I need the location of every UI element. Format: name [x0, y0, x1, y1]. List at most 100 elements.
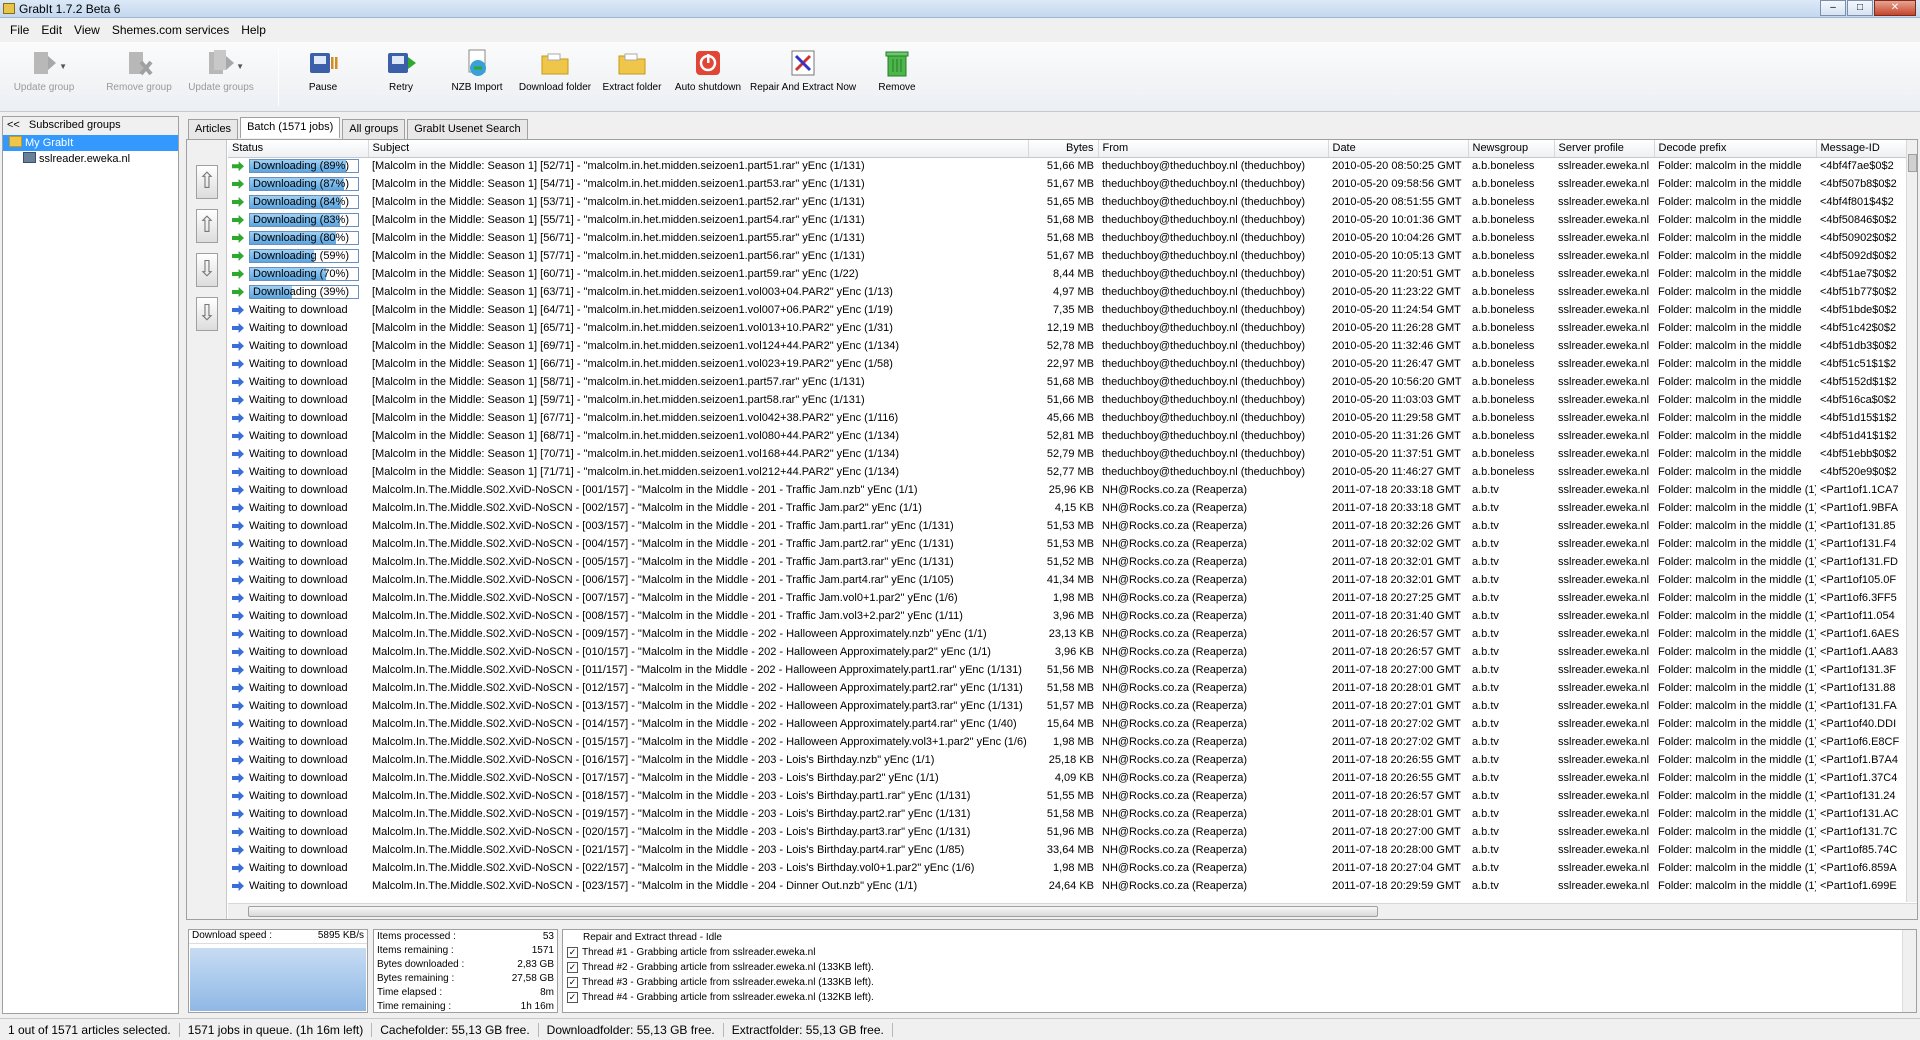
update-group-button[interactable]: ▼ Update group	[12, 48, 76, 106]
cell-status: Waiting to download	[228, 823, 368, 841]
tab-articles[interactable]: Articles	[188, 119, 239, 139]
table-row[interactable]: Waiting to download [Malcolm in the Middl…	[228, 445, 1908, 463]
move-down-button[interactable]: ⇩	[196, 253, 218, 287]
table-row[interactable]: Waiting to download Malcolm.In.The.Middle…	[228, 751, 1908, 769]
table-row[interactable]: Waiting to download Malcolm.In.The.Middle…	[228, 607, 1908, 625]
table-row[interactable]: Waiting to download Malcolm.In.The.Middle…	[228, 481, 1908, 499]
tree-node-my-grabit[interactable]: My GrabIt	[3, 135, 178, 151]
close-button[interactable]: ✕	[1874, 0, 1916, 16]
table-row[interactable]: Waiting to download [Malcolm in the Middl…	[228, 301, 1908, 319]
table-row[interactable]: Waiting to download Malcolm.In.The.Middle…	[228, 697, 1908, 715]
tab-all-groups[interactable]: All groups	[342, 119, 406, 139]
cell-bytes: 41,34 MB	[1046, 574, 1094, 586]
menu-edit[interactable]: Edit	[35, 23, 68, 37]
vertical-scrollbar[interactable]	[1906, 140, 1917, 902]
col-message-id[interactable]: Message-ID	[1816, 140, 1908, 158]
auto-shutdown-button[interactable]: Auto shutdown	[673, 48, 743, 106]
table-row[interactable]: Waiting to download Malcolm.In.The.Middle…	[228, 679, 1908, 697]
tree-node-server[interactable]: sslreader.eweka.nl	[3, 151, 178, 167]
table-row[interactable]: Waiting to download [Malcolm in the Middl…	[228, 409, 1908, 427]
tab-usenet-search[interactable]: GrabIt Usenet Search	[407, 119, 528, 139]
horizontal-scrollbar[interactable]	[228, 903, 1917, 919]
table-row[interactable]: Waiting to download Malcolm.In.The.Middle…	[228, 715, 1908, 733]
stat-value: 2,83 GB	[517, 959, 554, 970]
table-row[interactable]: Downloading (70%) [Malcolm in the Middle:…	[228, 265, 1908, 283]
scroll-thumb[interactable]	[1908, 154, 1917, 172]
vertical-scrollbar[interactable]	[1902, 930, 1916, 1012]
col-date[interactable]: Date	[1328, 140, 1469, 158]
table-row[interactable]: Waiting to download Malcolm.In.The.Middle…	[228, 661, 1908, 679]
move-to-top-button[interactable]: ⇧	[196, 165, 218, 199]
table-row[interactable]: Downloading (87%) [Malcolm in the Middle:…	[228, 175, 1908, 193]
thread-checkbox[interactable]: ✓	[567, 962, 578, 973]
col-subject[interactable]: Subject	[368, 140, 1029, 158]
col-newsgroup[interactable]: Newsgroup	[1468, 140, 1555, 158]
table-row[interactable]: Waiting to download Malcolm.In.The.Middle…	[228, 733, 1908, 751]
table-row[interactable]: Waiting to download [Malcolm in the Middl…	[228, 373, 1908, 391]
retry-button[interactable]: Retry	[373, 48, 429, 106]
table-row[interactable]: Waiting to download Malcolm.In.The.Middle…	[228, 859, 1908, 877]
table-row[interactable]: Downloading (89%) [Malcolm in the Middle:…	[228, 157, 1908, 175]
menu-help[interactable]: Help	[235, 23, 272, 37]
table-row[interactable]: Waiting to download Malcolm.In.The.Middle…	[228, 877, 1908, 895]
repair-extract-button[interactable]: Repair And Extract Now	[750, 48, 856, 106]
menu-shemes[interactable]: Shemes.com services	[106, 23, 235, 37]
table-row[interactable]: Waiting to download [Malcolm in the Middl…	[228, 391, 1908, 409]
table-row[interactable]: Waiting to download Malcolm.In.The.Middle…	[228, 643, 1908, 661]
waiting-arrow-icon	[232, 395, 244, 405]
menu-file[interactable]: File	[4, 23, 35, 37]
col-server-profile[interactable]: Server profile	[1554, 140, 1655, 158]
table-row[interactable]: Waiting to download [Malcolm in the Middl…	[228, 355, 1908, 373]
downloading-arrow-icon	[232, 233, 244, 243]
table-row[interactable]: Waiting to download Malcolm.In.The.Middle…	[228, 841, 1908, 859]
cell-newsgroup: a.b.boneless	[1472, 394, 1535, 406]
maximize-button[interactable]: □	[1847, 0, 1873, 16]
table-row[interactable]: Waiting to download Malcolm.In.The.Middle…	[228, 535, 1908, 553]
table-row[interactable]: Waiting to download Malcolm.In.The.Middle…	[228, 769, 1908, 787]
col-decode-prefix[interactable]: Decode prefix	[1654, 140, 1817, 158]
pause-button[interactable]: Pause	[295, 48, 351, 106]
menu-view[interactable]: View	[68, 23, 106, 37]
table-row[interactable]: Downloading (39%) [Malcolm in the Middle:…	[228, 283, 1908, 301]
cell-bytes: 51,96 MB	[1046, 826, 1094, 838]
move-up-button[interactable]: ⇧	[196, 209, 218, 243]
table-row[interactable]: Downloading (84%) [Malcolm in the Middle:…	[228, 193, 1908, 211]
thread-checkbox[interactable]: ✓	[567, 977, 578, 988]
tab-batch[interactable]: Batch (1571 jobs)	[240, 117, 341, 138]
table-row[interactable]: Waiting to download Malcolm.In.The.Middle…	[228, 517, 1908, 535]
table-row[interactable]: Downloading (59%) [Malcolm in the Middle:…	[228, 247, 1908, 265]
thread-checkbox[interactable]: ✓	[567, 947, 578, 958]
table-row[interactable]: Waiting to download [Malcolm in the Middl…	[228, 463, 1908, 481]
table-row[interactable]: Downloading (83%) [Malcolm in the Middle:…	[228, 211, 1908, 229]
table-row[interactable]: Waiting to download [Malcolm in the Middl…	[228, 427, 1908, 445]
table-row[interactable]: Waiting to download Malcolm.In.The.Middle…	[228, 589, 1908, 607]
move-to-bottom-button[interactable]: ⇩	[196, 297, 218, 331]
table-row[interactable]: Waiting to download Malcolm.In.The.Middle…	[228, 823, 1908, 841]
table-row[interactable]: Waiting to download Malcolm.In.The.Middle…	[228, 553, 1908, 571]
table-row[interactable]: Waiting to download [Malcolm in the Middl…	[228, 337, 1908, 355]
thread-checkbox[interactable]: ✓	[567, 992, 578, 1003]
table-row[interactable]: Waiting to download [Malcolm in the Middl…	[228, 319, 1908, 337]
cell-message-id: <4bf507b8$0$2	[1820, 178, 1897, 190]
update-groups-button[interactable]: ▼ Update groups	[188, 48, 254, 106]
remove-group-button[interactable]: Remove group	[106, 48, 172, 106]
table-row[interactable]: Waiting to download Malcolm.In.The.Middle…	[228, 571, 1908, 589]
table-row[interactable]: Waiting to download Malcolm.In.The.Middle…	[228, 787, 1908, 805]
remove-button[interactable]: Remove	[874, 48, 920, 106]
col-from[interactable]: From	[1098, 140, 1329, 158]
table-row[interactable]: Waiting to download Malcolm.In.The.Middle…	[228, 805, 1908, 823]
stat-label: Bytes downloaded :	[377, 959, 465, 970]
download-folder-button[interactable]: Download folder	[518, 48, 592, 106]
cell-subject: [Malcolm in the Middle: Season 1] [52/71…	[372, 160, 865, 173]
collapse-toggle[interactable]: <<	[7, 119, 20, 131]
scroll-thumb[interactable]	[248, 906, 1378, 917]
table-row[interactable]: Waiting to download Malcolm.In.The.Middle…	[228, 499, 1908, 517]
col-bytes[interactable]: Bytes	[1028, 140, 1099, 158]
table-row[interactable]: Downloading (80%) [Malcolm in the Middle:…	[228, 229, 1908, 247]
nzb-import-button[interactable]: NZB Import	[448, 48, 506, 106]
stat-label: Items processed :	[377, 931, 456, 942]
table-row[interactable]: Waiting to download Malcolm.In.The.Middle…	[228, 625, 1908, 643]
minimize-button[interactable]: –	[1820, 0, 1846, 16]
col-status[interactable]: Status	[228, 140, 369, 158]
extract-folder-button[interactable]: Extract folder	[600, 48, 664, 106]
